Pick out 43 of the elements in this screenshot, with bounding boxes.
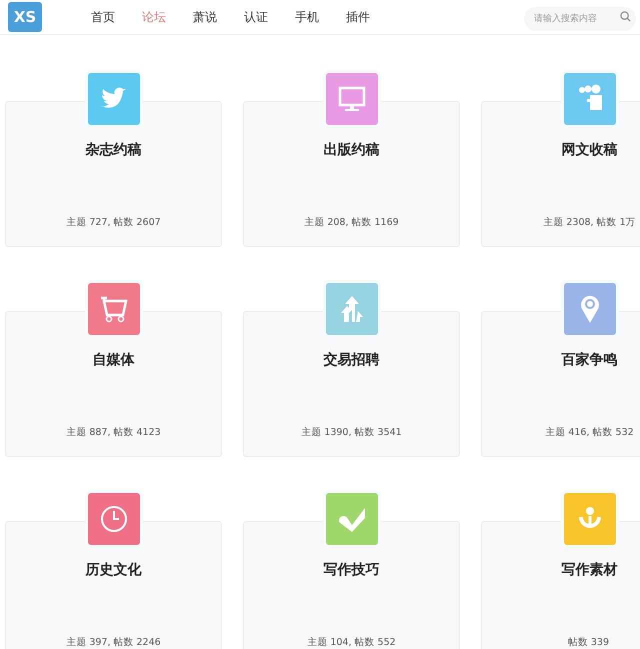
forum-title[interactable]: 百家争鸣 bbox=[562, 350, 618, 371]
forum-card[interactable]: 写作技巧 主题 104, 帖数 552 bbox=[243, 521, 460, 649]
emblem-icon[interactable] bbox=[560, 490, 618, 548]
forum-title[interactable]: 写作技巧 bbox=[324, 560, 380, 581]
forum-card[interactable]: 交易招聘 主题 1390, 帖数 3541 bbox=[243, 311, 460, 457]
forum-title[interactable]: 历史文化 bbox=[86, 560, 142, 581]
forum-title[interactable]: 出版约稿 bbox=[324, 140, 380, 161]
forum-title[interactable]: 自媒体 bbox=[92, 350, 134, 371]
forum-title[interactable]: 杂志约稿 bbox=[86, 140, 142, 161]
forum-stats: 帖数 339 bbox=[568, 636, 609, 649]
nav-link[interactable]: 插件 bbox=[346, 8, 370, 26]
forum-title[interactable]: 交易招聘 bbox=[324, 350, 380, 371]
bird-icon[interactable] bbox=[84, 70, 142, 128]
monitor-icon[interactable] bbox=[322, 70, 380, 128]
nav-link[interactable]: 首页 bbox=[91, 8, 115, 26]
search-icon[interactable] bbox=[620, 10, 631, 22]
pin-icon[interactable] bbox=[560, 280, 618, 338]
forum-stats: 主题 1390, 帖数 3541 bbox=[301, 426, 402, 440]
forum-stats: 主题 416, 帖数 532 bbox=[545, 426, 634, 440]
people-icon[interactable] bbox=[560, 70, 618, 128]
nav-link[interactable]: 认证 bbox=[244, 8, 268, 26]
forum-stats: 主题 2308, 帖数 1万 bbox=[543, 216, 636, 230]
clock-icon[interactable] bbox=[84, 490, 142, 548]
forum-title[interactable]: 写作素材 bbox=[562, 560, 618, 581]
cart-icon[interactable] bbox=[84, 280, 142, 338]
forum-stats: 主题 397, 帖数 2246 bbox=[66, 636, 161, 649]
forum-card[interactable]: 百家争鸣 主题 416, 帖数 532 bbox=[481, 311, 640, 457]
forum-stats: 主题 887, 帖数 4123 bbox=[66, 426, 161, 440]
search-field[interactable]: 请输入搜索内容 bbox=[524, 6, 636, 30]
forum-card[interactable]: 写作素材 帖数 339 bbox=[481, 521, 640, 649]
forum-card[interactable]: 自媒体 主题 887, 帖数 4123 bbox=[5, 311, 222, 457]
forum-card[interactable]: 历史文化 主题 397, 帖数 2246 bbox=[5, 521, 222, 649]
forum-stats: 主题 727, 帖数 2607 bbox=[66, 216, 161, 230]
forum-card[interactable]: 出版约稿 主题 208, 帖数 1169 bbox=[243, 101, 460, 247]
arrows-icon[interactable] bbox=[322, 280, 380, 338]
forum-stats: 主题 208, 帖数 1169 bbox=[304, 216, 399, 230]
nav-link[interactable]: 手机 bbox=[295, 8, 319, 26]
forum-stats: 主题 104, 帖数 552 bbox=[307, 636, 396, 649]
forum-title[interactable]: 网文收稿 bbox=[562, 140, 618, 161]
forum-card[interactable]: 网文收稿 主题 2308, 帖数 1万 bbox=[481, 101, 640, 247]
check-icon[interactable] bbox=[322, 490, 380, 548]
forum-card[interactable]: 杂志约稿 主题 727, 帖数 2607 bbox=[5, 101, 222, 247]
nav-link[interactable]: 萧说 bbox=[193, 8, 217, 26]
